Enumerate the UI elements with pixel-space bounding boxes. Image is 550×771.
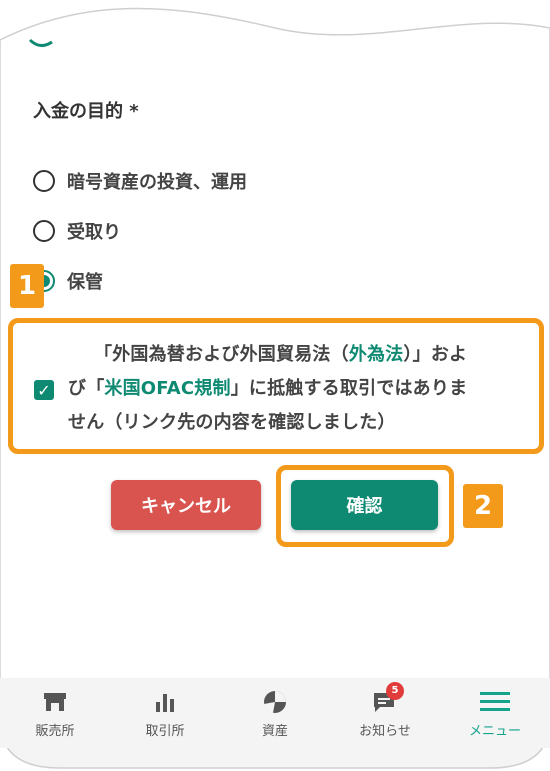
nav-item-assets[interactable]: 資産 bbox=[220, 678, 330, 748]
nav-label: 資産 bbox=[261, 723, 288, 739]
consent-text-part1: 「外国為替および外国貿易法（ bbox=[94, 344, 349, 365]
nav-label: メニュー bbox=[468, 723, 521, 739]
hamburger-icon bbox=[480, 688, 510, 716]
consent-text-part4: 」に抵触する取引ではありま bbox=[230, 378, 468, 399]
nav-item-exchange[interactable]: 取引所 bbox=[110, 678, 220, 748]
bottom-nav: 販売所 取引所 資産 5 お知らせ メニュー bbox=[0, 678, 550, 748]
confirm-button[interactable]: 確認 bbox=[291, 480, 438, 530]
pie-icon bbox=[263, 688, 287, 716]
nav-item-notifications[interactable]: 5 お知らせ bbox=[330, 678, 440, 748]
notification-count-badge: 5 bbox=[386, 682, 404, 700]
radio-label: 受取り bbox=[67, 222, 121, 243]
nav-item-menu[interactable]: メニュー bbox=[440, 678, 550, 748]
consent-text-part5: せん（リンク先の内容を確認しました） bbox=[68, 412, 396, 433]
radio-button[interactable] bbox=[33, 220, 55, 242]
nav-label: 取引所 bbox=[145, 723, 185, 739]
consent-text-part3: び「 bbox=[68, 378, 105, 399]
consent-row[interactable]: ✓ 「外国為替および外国貿易法（外為法）」およ び「米国OFAC規制」に抵触する… bbox=[34, 338, 524, 440]
consent-text: 「外国為替および外国貿易法（外為法）」およ び「米国OFAC規制」に抵触する取引… bbox=[68, 338, 467, 440]
purpose-label: 入金の目的 * bbox=[33, 101, 139, 122]
consent-checkbox[interactable]: ✓ bbox=[34, 380, 54, 400]
bar-chart-icon bbox=[154, 688, 176, 716]
nav-label: 販売所 bbox=[35, 723, 75, 739]
annotation-badge-1: 1 bbox=[10, 264, 44, 308]
radio-label: 保管 bbox=[67, 272, 103, 293]
radio-button[interactable] bbox=[33, 170, 55, 192]
link-ofac[interactable]: 米国OFAC規制 bbox=[104, 378, 230, 399]
shop-icon bbox=[43, 688, 67, 716]
radio-option-receive[interactable]: 受取り bbox=[33, 218, 121, 244]
nav-label: お知らせ bbox=[359, 723, 411, 739]
radio-label: 暗号資産の投資、運用 bbox=[67, 172, 247, 193]
link-gaitameho[interactable]: 外為法 bbox=[349, 344, 404, 365]
consent-text-part2: ）」およ bbox=[403, 344, 468, 365]
annotation-badge-2: 2 bbox=[463, 484, 503, 528]
radio-option-invest[interactable]: 暗号資産の投資、運用 bbox=[33, 168, 247, 194]
cancel-button[interactable]: キャンセル bbox=[111, 480, 261, 530]
nav-item-shop[interactable]: 販売所 bbox=[0, 678, 110, 748]
